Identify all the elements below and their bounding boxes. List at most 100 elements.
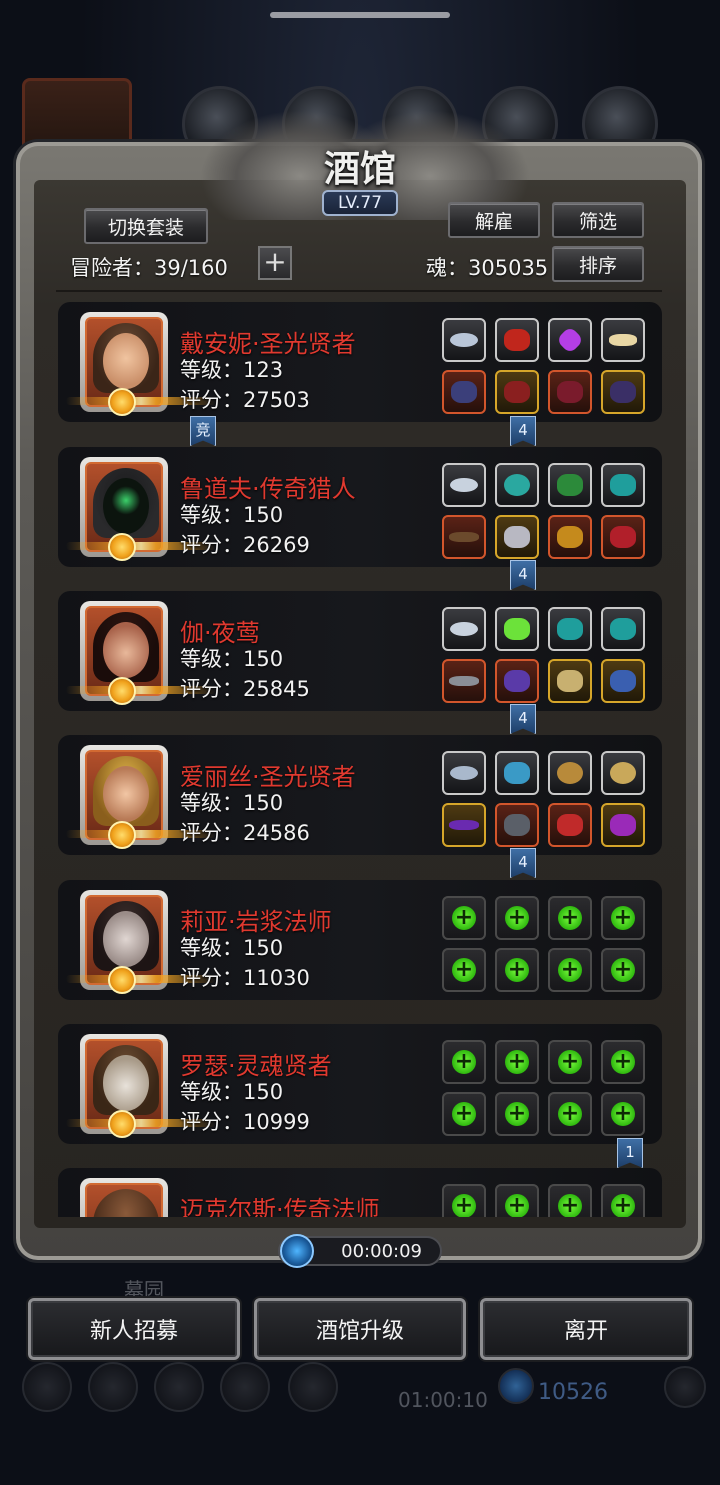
equip-slot-empty[interactable]: +: [495, 1184, 539, 1217]
equip-slot-empty[interactable]: +: [442, 1184, 486, 1217]
equip-slot-empty[interactable]: +: [548, 948, 592, 992]
equip-slot-empty[interactable]: +: [442, 948, 486, 992]
equip-slot[interactable]: [495, 370, 539, 414]
rank-medal-icon: [108, 388, 136, 416]
settings-icon: [22, 1362, 72, 1412]
equip-slot[interactable]: [548, 370, 592, 414]
equip-slot-empty[interactable]: +: [548, 1040, 592, 1084]
add-equipment-icon: +: [611, 1102, 635, 1126]
equip-slot[interactable]: [495, 607, 539, 651]
hero-name: 迈克尔斯·传奇法师: [180, 1196, 380, 1217]
hero-score: 评分：26269: [180, 533, 310, 557]
status-bar-notch: [270, 12, 450, 18]
soul-count: 魂：305035: [426, 256, 549, 280]
equip-slot[interactable]: [495, 803, 539, 847]
add-equipment-icon: +: [611, 906, 635, 930]
helmet-icon: [154, 1362, 204, 1412]
hero-card[interactable]: 伽·夜莺 等级：150 评分：25845: [58, 591, 662, 711]
equip-slot[interactable]: [442, 751, 486, 795]
equip-slot[interactable]: [442, 803, 486, 847]
equip-slot-empty[interactable]: +: [495, 1040, 539, 1084]
recruit-button[interactable]: 新人招募: [28, 1298, 240, 1360]
adventurer-count: 冒险者：39/160: [70, 256, 228, 280]
equip-slot[interactable]: [442, 463, 486, 507]
equip-slot[interactable]: [601, 751, 645, 795]
add-gems-icon: [664, 1366, 706, 1408]
add-equipment-icon: +: [611, 1194, 635, 1217]
add-equipment-icon: +: [452, 1050, 476, 1074]
equip-slot-empty[interactable]: +: [442, 1092, 486, 1136]
equip-slot[interactable]: [548, 803, 592, 847]
leave-button[interactable]: 离开: [480, 1298, 692, 1360]
equip-slot[interactable]: [495, 751, 539, 795]
equip-slot-empty[interactable]: +: [548, 1184, 592, 1217]
equip-slot[interactable]: [495, 463, 539, 507]
switch-outfit-button[interactable]: 切换套装: [84, 208, 208, 244]
equip-slot-empty[interactable]: +: [601, 1092, 645, 1136]
rank-medal-icon: [108, 966, 136, 994]
hero-score: 评分：24586: [180, 821, 310, 845]
equip-slot-empty[interactable]: +: [495, 1092, 539, 1136]
hero-portrait[interactable]: [80, 1178, 168, 1217]
equip-slot[interactable]: [548, 751, 592, 795]
hero-card[interactable]: 莉亚·岩浆法师 等级：150 评分：11030 + + + + + + + +: [58, 880, 662, 1000]
equip-slot[interactable]: [495, 318, 539, 362]
rank-tag: 4: [510, 848, 536, 878]
equip-slot[interactable]: [548, 607, 592, 651]
equip-slot[interactable]: [442, 607, 486, 651]
equip-slot[interactable]: [442, 659, 486, 703]
equip-slot-empty[interactable]: +: [601, 896, 645, 940]
equip-slot[interactable]: [601, 370, 645, 414]
sort-button[interactable]: 排序: [552, 246, 644, 282]
upgrade-tavern-button[interactable]: 酒馆升级: [254, 1298, 466, 1360]
equip-slot-empty[interactable]: +: [442, 1040, 486, 1084]
add-equipment-icon: +: [452, 1102, 476, 1126]
equip-slot[interactable]: [495, 515, 539, 559]
equipment-grid: + + + + + + + +: [442, 1040, 650, 1136]
rank-icon: [88, 1362, 138, 1412]
add-equipment-icon: +: [558, 958, 582, 982]
equip-slot[interactable]: [442, 318, 486, 362]
expand-capacity-button[interactable]: +: [258, 246, 292, 280]
hero-card[interactable]: 戴安妮·圣光贤者 等级：123 评分：27503: [58, 302, 662, 422]
dismiss-button[interactable]: 解雇: [448, 202, 540, 238]
add-equipment-icon: +: [452, 958, 476, 982]
equip-slot-empty[interactable]: +: [601, 1040, 645, 1084]
equip-slot[interactable]: [601, 803, 645, 847]
hero-score: 评分：11030: [180, 966, 310, 990]
equipment-grid: + + + + + + + +: [442, 896, 650, 992]
hero-card[interactable]: 鲁道夫·传奇猎人 等级：150 评分：26269: [58, 447, 662, 567]
equip-slot[interactable]: [601, 607, 645, 651]
hero-list[interactable]: 戴安妮·圣光贤者 等级：123 评分：27503 竞 4 鲁道夫·传奇猎人 等级…: [58, 292, 662, 1217]
equip-slot-empty[interactable]: +: [495, 896, 539, 940]
equip-slot[interactable]: [601, 659, 645, 703]
hero-card[interactable]: 爱丽丝·圣光贤者 等级：150 评分：24586: [58, 735, 662, 855]
equip-slot[interactable]: [601, 318, 645, 362]
equip-slot[interactable]: [601, 463, 645, 507]
equip-slot[interactable]: [442, 370, 486, 414]
equip-slot[interactable]: [548, 318, 592, 362]
hero-score: 评分：25845: [180, 677, 310, 701]
equip-slot-empty[interactable]: +: [601, 1184, 645, 1217]
hero-card[interactable]: 罗瑟·灵魂贤者 等级：150 评分：10999 + + + + + + + +: [58, 1024, 662, 1144]
equip-slot[interactable]: [548, 463, 592, 507]
equip-slot[interactable]: [442, 515, 486, 559]
equip-slot-empty[interactable]: +: [548, 896, 592, 940]
equip-slot-empty[interactable]: +: [548, 1092, 592, 1136]
filter-button[interactable]: 筛选: [552, 202, 644, 238]
equip-slot[interactable]: [548, 659, 592, 703]
add-equipment-icon: +: [558, 1050, 582, 1074]
background-timer: 01:00:10: [398, 1388, 488, 1412]
hero-card[interactable]: 迈克尔斯·传奇法师 + + + +: [58, 1168, 662, 1217]
equip-slot[interactable]: [495, 659, 539, 703]
equip-slot-empty[interactable]: +: [495, 948, 539, 992]
clock-icon: [280, 1234, 314, 1268]
add-equipment-icon: +: [558, 1102, 582, 1126]
add-equipment-icon: +: [558, 906, 582, 930]
equip-slot-empty[interactable]: +: [601, 948, 645, 992]
equip-slot-empty[interactable]: +: [442, 896, 486, 940]
equip-slot[interactable]: [548, 515, 592, 559]
equip-slot[interactable]: [601, 515, 645, 559]
rank-medal-icon: [108, 533, 136, 561]
rank-tag: 4: [510, 560, 536, 590]
